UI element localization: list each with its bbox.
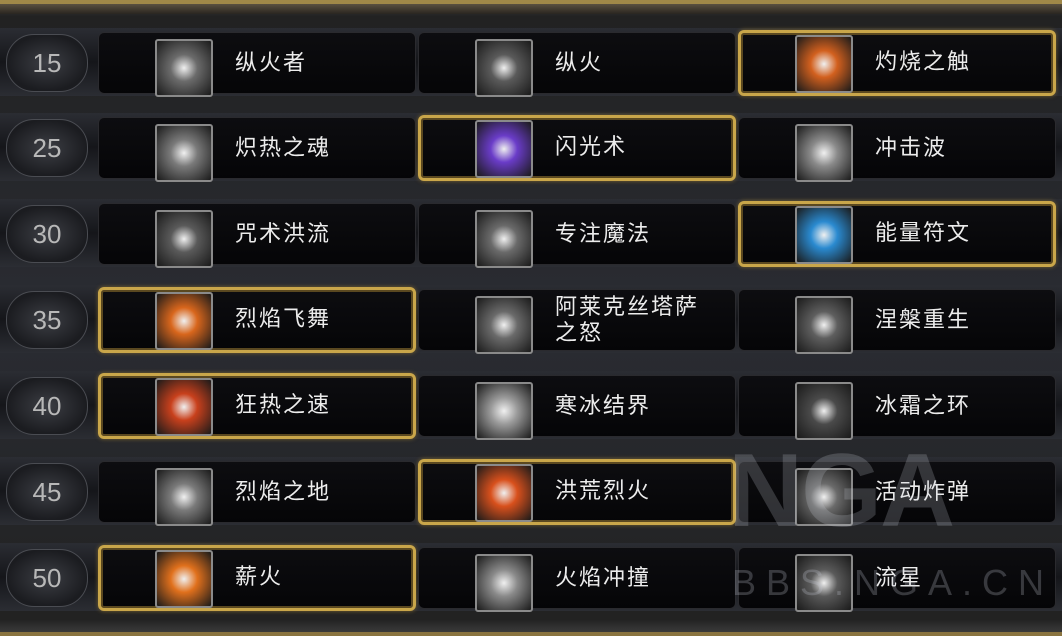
talent-row: 30 咒术洪流 专注魔法 能量符文 bbox=[0, 191, 1062, 277]
blast-wave-icon bbox=[795, 124, 853, 182]
talent-row: 25 炽热之魂 闪光术 冲击波 bbox=[0, 105, 1062, 191]
talent-name: 活动炸弹 bbox=[875, 480, 972, 505]
talent-name: 能量符文 bbox=[875, 221, 972, 246]
level-label: 30 bbox=[6, 205, 88, 263]
level-label: 35 bbox=[6, 291, 88, 349]
talent-button[interactable]: 冲击波 bbox=[738, 117, 1056, 182]
pyroclasm-icon bbox=[475, 554, 533, 612]
talent-name: 专注魔法 bbox=[555, 222, 652, 247]
talent-button[interactable]: 流星 bbox=[738, 547, 1056, 612]
talent-button[interactable]: 阿莱克丝塔萨之怒 bbox=[418, 289, 736, 354]
talent-button[interactable]: 纵火 bbox=[418, 32, 736, 97]
talent-name: 烈焰之地 bbox=[235, 480, 332, 505]
conflagration-icon bbox=[475, 464, 533, 522]
scorch-touch-icon bbox=[795, 35, 853, 93]
level-label: 25 bbox=[6, 119, 88, 177]
talent-button[interactable]: 专注魔法 bbox=[418, 203, 736, 268]
talent-button[interactable]: 闪光术 bbox=[418, 115, 736, 181]
talent-name: 灼烧之触 bbox=[875, 50, 972, 75]
talent-name: 纵火者 bbox=[235, 51, 308, 76]
level-label: 45 bbox=[6, 463, 88, 521]
talent-name: 洪荒烈火 bbox=[555, 479, 652, 504]
talent-row: 15 纵火者 纵火 灼烧之触 bbox=[0, 20, 1062, 106]
talent-button[interactable]: 涅槃重生 bbox=[738, 289, 1056, 354]
talent-name: 狂热之速 bbox=[235, 393, 332, 418]
talent-row: 40 狂热之速 寒冰结界 冰霜之环 bbox=[0, 363, 1062, 449]
level-label: 40 bbox=[6, 377, 88, 435]
talent-button[interactable]: 烈焰之地 bbox=[98, 461, 416, 526]
fire-spirit-icon bbox=[155, 39, 213, 97]
blazing-soul-icon bbox=[155, 124, 213, 182]
talent-name: 纵火 bbox=[555, 51, 604, 76]
talent-row: 45 烈焰之地 洪荒烈火 活动炸弹 bbox=[0, 449, 1062, 535]
talent-name: 冲击波 bbox=[875, 136, 948, 161]
talent-name: 炽热之魂 bbox=[235, 136, 332, 161]
talent-row: 35 烈焰飞舞 阿莱克丝塔萨之怒 涅槃重生 bbox=[0, 277, 1062, 363]
talent-button[interactable]: 灼烧之触 bbox=[738, 30, 1056, 96]
talent-name: 寒冰结界 bbox=[555, 394, 652, 419]
from-the-ashes-icon bbox=[795, 296, 853, 354]
alexstrasza-fury-icon bbox=[475, 296, 533, 354]
shimmer-icon bbox=[475, 120, 533, 178]
frenetic-speed-icon bbox=[155, 378, 213, 436]
smoke-icon bbox=[475, 39, 533, 97]
talent-name: 流星 bbox=[875, 566, 924, 591]
kindling-icon bbox=[155, 550, 213, 608]
talent-button[interactable]: 洪荒烈火 bbox=[418, 459, 736, 525]
ice-ward-icon bbox=[475, 382, 533, 440]
talent-button[interactable]: 冰霜之环 bbox=[738, 375, 1056, 440]
level-label: 15 bbox=[6, 34, 88, 92]
flame-patch-icon bbox=[155, 468, 213, 526]
meteor-icon bbox=[795, 554, 853, 612]
talent-button[interactable]: 寒冰结界 bbox=[418, 375, 736, 440]
talent-name: 咒术洪流 bbox=[235, 222, 332, 247]
talent-name: 阿莱克丝塔萨之怒 bbox=[555, 295, 700, 346]
talent-button[interactable]: 薪火 bbox=[98, 545, 416, 611]
talent-button[interactable]: 咒术洪流 bbox=[98, 203, 416, 268]
talent-name: 闪光术 bbox=[555, 135, 628, 160]
talent-name: 火焰冲撞 bbox=[555, 566, 652, 591]
talent-name: 烈焰飞舞 bbox=[235, 307, 332, 332]
talent-button[interactable]: 活动炸弹 bbox=[738, 461, 1056, 526]
talent-name: 薪火 bbox=[235, 565, 284, 590]
talent-button[interactable]: 能量符文 bbox=[738, 201, 1056, 267]
incanters-flow-icon bbox=[155, 210, 213, 268]
talent-button[interactable]: 狂热之速 bbox=[98, 373, 416, 439]
talent-button[interactable]: 炽热之魂 bbox=[98, 117, 416, 182]
talent-name: 冰霜之环 bbox=[875, 394, 972, 419]
talent-name: 涅槃重生 bbox=[875, 308, 972, 333]
talent-button[interactable]: 纵火者 bbox=[98, 32, 416, 97]
focus-magic-icon bbox=[475, 210, 533, 268]
level-label: 50 bbox=[6, 549, 88, 607]
flame-on-icon bbox=[155, 292, 213, 350]
talent-row: 50 薪火 火焰冲撞 流星 bbox=[0, 535, 1062, 621]
living-bomb-icon bbox=[795, 468, 853, 526]
ring-of-frost-icon bbox=[795, 382, 853, 440]
talent-button[interactable]: 火焰冲撞 bbox=[418, 547, 736, 612]
rune-of-power-icon bbox=[795, 206, 853, 264]
talent-button[interactable]: 烈焰飞舞 bbox=[98, 287, 416, 353]
